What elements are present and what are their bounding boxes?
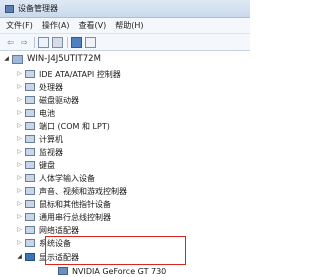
tree-item-label: 处理器 (39, 82, 63, 92)
forward-arrow-icon[interactable]: ⇨ (19, 37, 30, 48)
tree-item-ports[interactable]: ▷ 端口 (COM 和 LPT) (16, 120, 110, 132)
expand-arrow-icon[interactable]: ▷ (16, 185, 23, 197)
speaker-icon (25, 187, 35, 195)
expand-arrow-icon[interactable]: ▷ (16, 211, 23, 223)
properties-icon[interactable] (52, 36, 63, 48)
tree-item-label: 通用串行总线控制器 (39, 212, 111, 222)
device-manager-window: 设备管理器 文件(F) 操作(A) 查看(V) 帮助(H) ⇦ ⇨ ◢ WIN-… (0, 0, 250, 276)
tree-item-battery[interactable]: ▷ 电池 (16, 107, 55, 119)
keyboard-icon (25, 161, 35, 169)
tree-item-label: 人体学输入设备 (39, 173, 95, 183)
expand-arrow-icon[interactable]: ▷ (16, 224, 23, 236)
expand-arrow-icon[interactable]: ▷ (16, 198, 23, 210)
expand-arrow-icon[interactable]: ▷ (16, 159, 23, 171)
tree-item-label: NVIDIA GeForce GT 730 (72, 266, 167, 276)
network-adapter-icon (25, 226, 35, 234)
processor-icon (25, 83, 35, 91)
tree-item-processor[interactable]: ▷ 处理器 (16, 81, 63, 93)
tree-item-hid[interactable]: ▷ 人体学输入设备 (16, 172, 95, 184)
expand-arrow-icon[interactable]: ▷ (16, 172, 23, 184)
expand-arrow-icon[interactable]: ▷ (16, 94, 23, 106)
help-icon[interactable] (71, 36, 82, 48)
menu-bar: 文件(F) 操作(A) 查看(V) 帮助(H) (0, 18, 250, 34)
toolbar-separator (67, 36, 68, 48)
tree-item-sound[interactable]: ▷ 声音、视频和游戏控制器 (16, 185, 127, 197)
tree-item-label: 电池 (39, 108, 55, 118)
tree-item-ide-controller[interactable]: ▷ IDE ATA/ATAPI 控制器 (16, 68, 121, 80)
toolbar-separator (34, 36, 35, 48)
tree-item-disk-drives[interactable]: ▷ 磁盘驱动器 (16, 94, 79, 106)
tree-item-label: IDE ATA/ATAPI 控制器 (39, 69, 121, 79)
port-icon (25, 122, 35, 130)
back-arrow-icon[interactable]: ⇦ (5, 37, 16, 48)
tree-item-label: 磁盘驱动器 (39, 95, 79, 105)
tree-item-label: 键盘 (39, 160, 55, 170)
tree-item-label: 鼠标和其他指针设备 (39, 199, 111, 209)
mouse-icon (25, 200, 35, 208)
expand-arrow-icon[interactable]: ▷ (16, 237, 23, 249)
tree-item-computer[interactable]: ▷ 计算机 (16, 133, 63, 145)
device-manager-icon (5, 4, 14, 13)
monitor-icon (25, 148, 35, 156)
highlight-box (45, 236, 186, 265)
toolbar: ⇦ ⇨ (0, 34, 250, 51)
tree-item-label: 计算机 (39, 134, 63, 144)
expand-arrow-icon[interactable]: ▷ (16, 146, 23, 158)
ide-controller-icon (25, 70, 35, 78)
disk-drive-icon (25, 96, 35, 104)
collapse-arrow-icon[interactable]: ◢ (16, 251, 23, 263)
tree-root[interactable]: ◢ WIN-J4J5UTIT72M (3, 53, 101, 65)
expand-arrow-icon[interactable]: ▷ (16, 81, 23, 93)
tree-item-mice[interactable]: ▷ 鼠标和其他指针设备 (16, 198, 111, 210)
title-bar[interactable]: 设备管理器 (0, 0, 250, 18)
expand-arrow-icon[interactable]: ▷ (16, 120, 23, 132)
display-adapter-icon (25, 253, 35, 261)
tree-item-label: 端口 (COM 和 LPT) (39, 121, 110, 131)
expand-arrow-icon[interactable]: ▷ (16, 68, 23, 80)
battery-icon (25, 109, 35, 117)
usb-icon (25, 213, 35, 221)
tree-item-label: 声音、视频和游戏控制器 (39, 186, 127, 196)
gpu-icon (58, 267, 68, 275)
collapse-arrow-icon[interactable]: ◢ (3, 53, 10, 65)
tree-item-label: 监视器 (39, 147, 63, 157)
tree-item-keyboards[interactable]: ▷ 键盘 (16, 159, 55, 171)
window-title: 设备管理器 (18, 4, 58, 13)
menu-action[interactable]: 操作(A) (42, 20, 70, 31)
tree-item-network[interactable]: ▷ 网络适配器 (16, 224, 79, 236)
menu-view[interactable]: 查看(V) (79, 20, 107, 31)
tree-item-usb[interactable]: ▷ 通用串行总线控制器 (16, 211, 111, 223)
computer-icon (12, 54, 23, 64)
menu-file[interactable]: 文件(F) (6, 20, 33, 31)
show-hide-tree-icon[interactable] (38, 36, 49, 48)
hid-icon (25, 174, 35, 182)
tree-root-label: WIN-J4J5UTIT72M (27, 54, 101, 64)
expand-arrow-icon[interactable]: ▷ (16, 107, 23, 119)
expand-arrow-icon[interactable]: ▷ (16, 133, 23, 145)
computer-icon (25, 135, 35, 143)
scan-hardware-icon[interactable] (85, 36, 96, 48)
tree-item-gpu[interactable]: NVIDIA GeForce GT 730 (58, 265, 166, 277)
menu-help[interactable]: 帮助(H) (115, 20, 143, 31)
tree-item-label: 网络适配器 (39, 225, 79, 235)
system-device-icon (25, 239, 35, 247)
tree-item-monitors[interactable]: ▷ 监视器 (16, 146, 63, 158)
